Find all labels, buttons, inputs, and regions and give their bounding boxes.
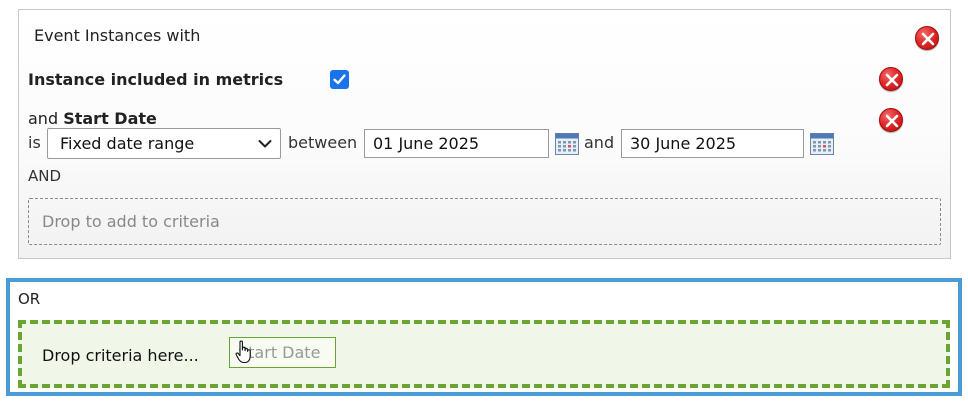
- group-title: Event Instances with: [34, 26, 201, 45]
- checkmark-icon: [333, 74, 346, 85]
- or-group-panel: OR Drop criteria here... Start Date: [6, 278, 962, 396]
- remove-icon: [921, 32, 935, 46]
- and-prefix: and: [28, 109, 59, 128]
- between-label: between: [288, 133, 358, 152]
- criteria-group: Event Instances with Instance included i…: [18, 9, 951, 259]
- start-date-value: 01 June 2025: [373, 134, 480, 153]
- drop-zone-placeholder: Drop to add to criteria: [42, 212, 220, 231]
- date-range-select-value: Fixed date range: [60, 134, 195, 153]
- start-date-input[interactable]: 01 June 2025: [364, 129, 549, 158]
- included-checkbox[interactable]: [330, 70, 349, 89]
- criterion-label-start-date: and Start Date: [28, 109, 157, 128]
- calendar-icon: [555, 133, 579, 155]
- or-label: OR: [18, 290, 41, 308]
- chevron-down-icon: [258, 140, 272, 148]
- end-date-calendar-button[interactable]: [810, 133, 834, 155]
- remove-group-button[interactable]: [915, 26, 939, 50]
- remove-criterion-start-date-button[interactable]: [879, 108, 903, 132]
- remove-icon: [885, 73, 899, 87]
- and-between-label: and: [584, 133, 615, 152]
- end-date-input[interactable]: 30 June 2025: [621, 129, 804, 158]
- hand-cursor-icon: [235, 340, 251, 364]
- remove-icon: [885, 114, 899, 128]
- date-range-select[interactable]: Fixed date range: [47, 128, 281, 159]
- or-drop-target[interactable]: Drop criteria here... Start Date: [18, 320, 950, 388]
- criterion-label-included: Instance included in metrics: [28, 70, 284, 89]
- end-date-value: 30 June 2025: [630, 134, 737, 153]
- and-operator-label: AND: [28, 167, 62, 185]
- add-criteria-drop-zone[interactable]: Drop to add to criteria: [28, 198, 941, 245]
- is-label: is: [28, 133, 41, 152]
- start-date-label: Start Date: [63, 109, 157, 128]
- remove-criterion-included-button[interactable]: [879, 67, 903, 91]
- start-date-calendar-button[interactable]: [555, 133, 579, 155]
- calendar-icon: [810, 133, 834, 155]
- drop-criteria-hint: Drop criteria here...: [42, 346, 199, 365]
